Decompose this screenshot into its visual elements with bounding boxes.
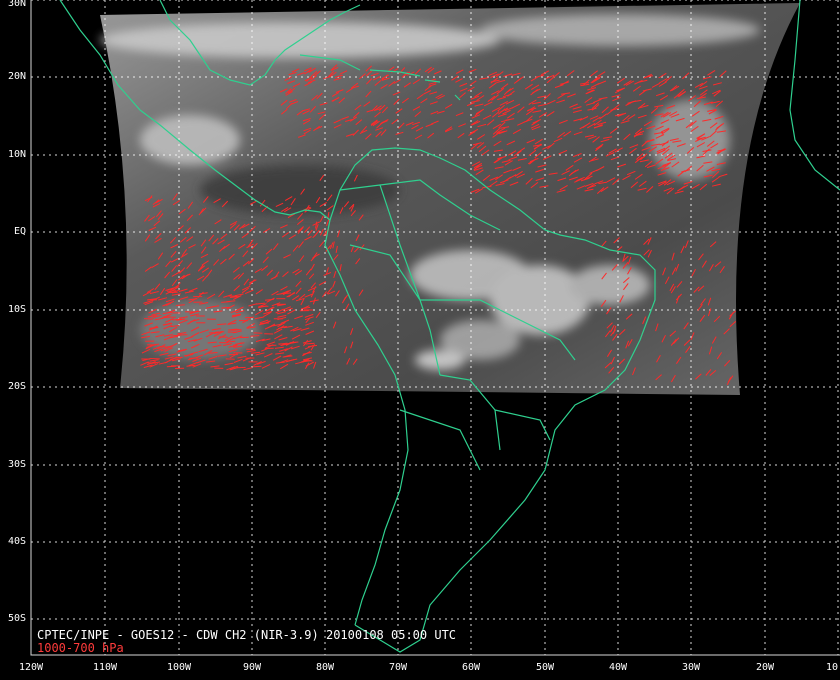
lon-label-20w: 20W [755,662,775,673]
wind-vector [175,304,185,306]
lon-label-120w: 120W [18,662,44,673]
wind-vector [260,322,270,324]
wind-vector [208,352,218,354]
lat-label-50s: 50S [7,613,26,624]
lat-label-10n: 10N [7,149,26,160]
lon-label-110w: 110W [92,662,118,673]
wind-vector [250,335,260,337]
lat-label-40s: 40S [7,536,26,547]
wind-vector [252,365,262,368]
lat-label-20s: 20S [7,381,26,392]
lon-label-10: 10 [825,662,839,673]
map-caption: CPTEC/INPE - GOES12 - CDW CH2 (NIR-3.9) … [37,628,457,642]
lon-label-60w: 60W [461,662,481,673]
wind-vector [172,334,182,337]
lon-label-80w: 80W [315,662,335,673]
lat-label-30s: 30S [7,459,26,470]
lon-label-40w: 40W [608,662,628,673]
lon-label-30w: 30W [681,662,701,673]
satellite-wind-map [0,0,840,680]
wind-vector [217,323,227,326]
lon-label-50w: 50W [535,662,555,673]
lat-label-eq: EQ [13,226,26,237]
lon-label-90w: 90W [242,662,262,673]
lon-label-100w: 100W [166,662,192,673]
lon-label-70w: 70W [388,662,408,673]
lat-label-10s: 10S [7,304,26,315]
lat-label-30n: 30N [7,0,26,9]
lat-label-20n: 20N [7,71,26,82]
pressure-level-label: 1000-700 hPa [37,641,124,655]
wind-vector [245,316,255,319]
